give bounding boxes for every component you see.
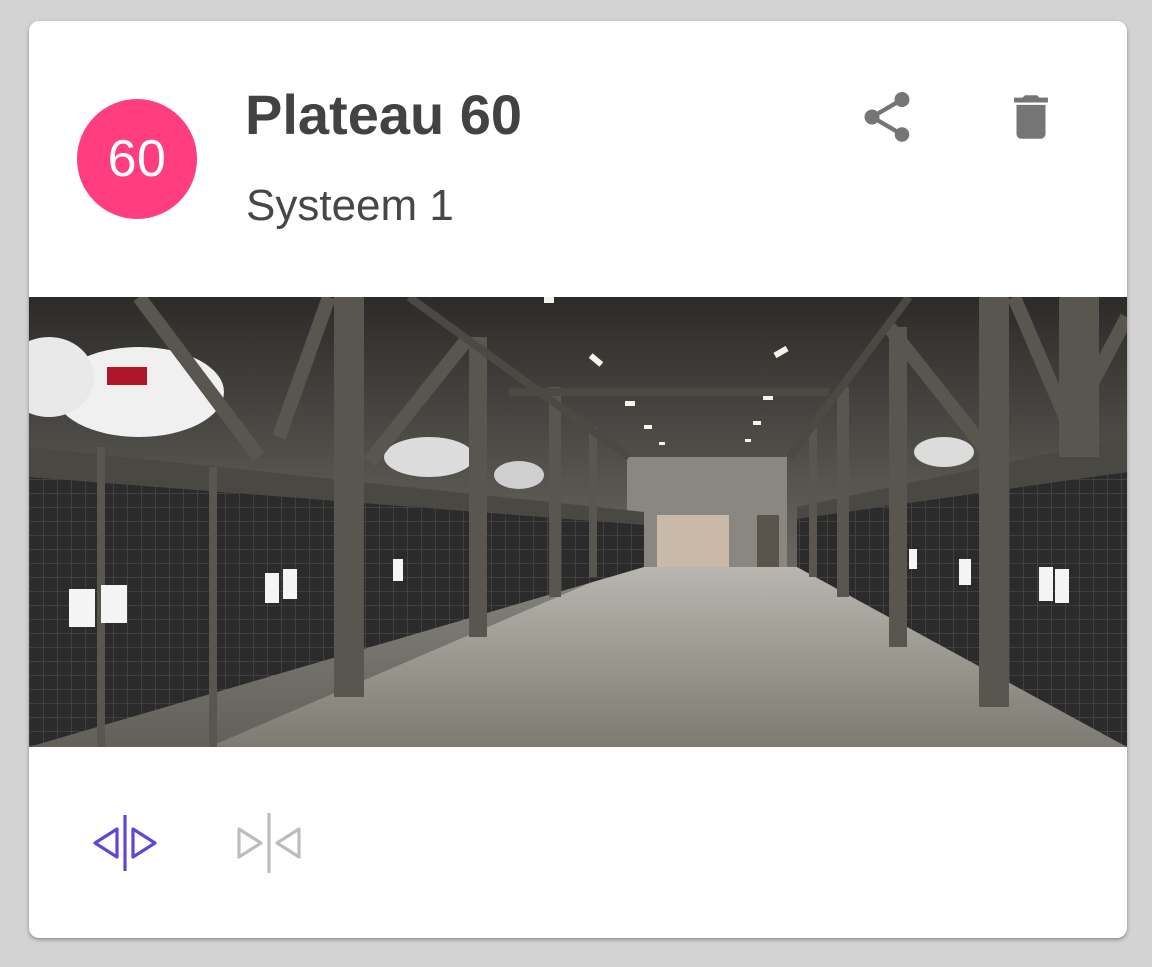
delete-button[interactable] [995, 81, 1067, 153]
share-icon [864, 92, 910, 142]
card-title: Plateau 60 [245, 83, 523, 146]
collapse-button[interactable] [227, 807, 311, 879]
badge-number: 60 [107, 130, 167, 188]
garage-illustration [29, 297, 1127, 747]
expand-button[interactable] [83, 807, 167, 879]
parking-garage-photo [29, 297, 1127, 747]
card-subtitle: Systeem 1 [246, 181, 454, 230]
share-button[interactable] [851, 81, 923, 153]
trash-icon [1014, 95, 1048, 139]
split-expand-icon [93, 815, 157, 871]
plateau-card: 60 Plateau 60 Systeem 1 [29, 21, 1127, 938]
badge-avatar: 60 [77, 99, 197, 219]
split-collapse-icon [237, 813, 301, 873]
